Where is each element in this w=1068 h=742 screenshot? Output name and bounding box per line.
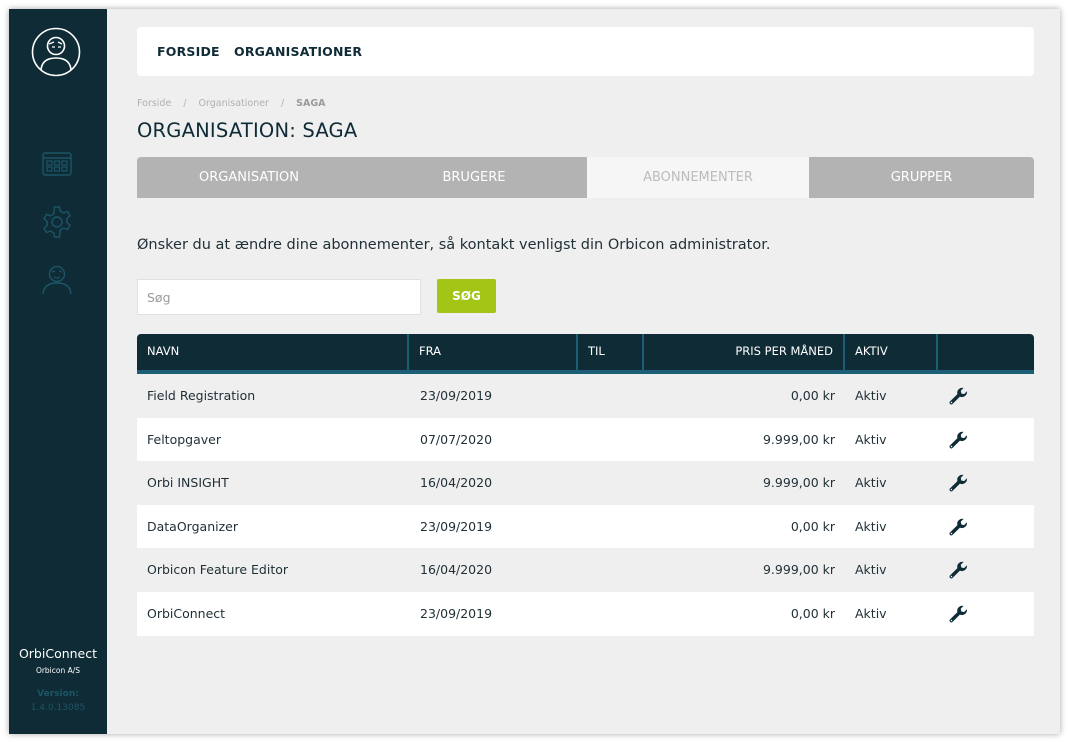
cell-fra: 07/07/2020 <box>420 431 493 447</box>
page-title: ORGANISATION: SAGA <box>137 119 358 142</box>
cell-til <box>578 461 644 505</box>
cell-aktiv: Aktiv <box>855 605 887 621</box>
version-label: Version: <box>37 689 79 699</box>
subscriptions-table: NAVN FRA TIL PRIS PER MÅNED AKTIV Field … <box>137 334 1034 636</box>
table-row[interactable]: Field Registration 23/09/2019 0,00 kr Ak… <box>137 374 1034 418</box>
search-input[interactable] <box>137 279 421 315</box>
wrench-icon[interactable] <box>948 386 968 406</box>
cell-til <box>578 592 644 636</box>
cell-aktiv: Aktiv <box>855 518 887 534</box>
cell-pris: 9.999,00 kr <box>762 475 835 491</box>
cell-fra: 23/09/2019 <box>420 518 493 534</box>
company-name: Orbicon A/S <box>35 666 81 675</box>
version-value: 1.4.0.13085 <box>30 703 86 713</box>
breadcrumb: Forside / Organisationer / SAGA <box>137 98 326 109</box>
table-row[interactable]: Feltopgaver 07/07/2020 9.999,00 kr Aktiv <box>137 417 1034 462</box>
column-header-actions <box>938 334 1034 370</box>
cell-aktiv: Aktiv <box>855 388 887 403</box>
wrench-icon[interactable] <box>948 517 968 537</box>
cell-aktiv: Aktiv <box>855 475 887 491</box>
table-row[interactable]: DataOrganizer 23/09/2019 0,00 kr Aktiv <box>137 504 1034 549</box>
cell-actions <box>938 592 1034 636</box>
tab-bar: ORGANISATION BRUGERE ABONNEMENTER GRUPPE… <box>137 157 1034 198</box>
cell-pris: 9.999,00 kr <box>762 431 835 447</box>
cell-actions <box>938 418 1034 462</box>
nav-link-organisationer[interactable]: ORGANISATIONER <box>234 44 362 59</box>
wrench-icon[interactable] <box>948 430 968 450</box>
cell-til <box>578 505 644 549</box>
breadcrumb-separator: / <box>280 98 285 109</box>
table-header: NAVN FRA TIL PRIS PER MÅNED AKTIV <box>137 334 1034 374</box>
cell-til <box>578 548 644 592</box>
apps-grid-icon[interactable] <box>39 146 75 182</box>
nav-link-forside[interactable]: FORSIDE <box>157 44 220 59</box>
cell-actions <box>938 548 1034 592</box>
table-row[interactable]: OrbiConnect 23/09/2019 0,00 kr Aktiv <box>137 591 1034 636</box>
wrench-icon[interactable] <box>948 473 968 493</box>
breadcrumb-separator: / <box>183 98 187 109</box>
cell-aktiv: Aktiv <box>855 562 887 578</box>
cell-actions <box>938 505 1034 549</box>
wrench-icon[interactable] <box>948 604 968 624</box>
cell-pris: 0,00 kr <box>790 388 835 403</box>
cell-fra: 23/09/2019 <box>420 605 493 621</box>
cell-navn: Feltopgaver <box>147 431 221 447</box>
cell-til <box>578 374 644 418</box>
cell-fra: 23/09/2019 <box>420 388 493 403</box>
app-window: OrbiConnect Orbicon A/S Version: 1.4.0.1… <box>9 9 1060 734</box>
user-icon[interactable] <box>39 261 75 297</box>
column-header-pris[interactable]: PRIS PER MÅNED <box>644 334 845 370</box>
breadcrumb-forside[interactable]: Forside <box>137 98 171 109</box>
breadcrumb-current: SAGA <box>296 98 326 109</box>
column-header-til[interactable]: TIL <box>578 334 644 370</box>
cell-aktiv: Aktiv <box>855 431 887 447</box>
cell-navn: DataOrganizer <box>147 518 238 534</box>
cell-pris: 0,00 kr <box>790 518 835 534</box>
cell-til <box>578 418 644 462</box>
search-button[interactable]: SØG <box>437 279 496 313</box>
gear-icon[interactable] <box>39 204 75 240</box>
cell-actions <box>938 374 1034 418</box>
table-row[interactable]: Orbi INSIGHT 16/04/2020 9.999,00 kr Akti… <box>137 461 1034 505</box>
sidebar: OrbiConnect Orbicon A/S Version: 1.4.0.1… <box>9 9 107 734</box>
cell-pris: 0,00 kr <box>790 605 835 621</box>
top-navigation: FORSIDE ORGANISATIONER <box>137 27 1034 76</box>
cell-navn: Orbicon Feature Editor <box>147 562 289 578</box>
cell-pris: 9.999,00 kr <box>762 562 835 578</box>
tab-organisation[interactable]: ORGANISATION <box>137 157 361 198</box>
app-name: OrbiConnect <box>18 646 98 661</box>
cell-navn: Field Registration <box>147 388 256 403</box>
cell-fra: 16/04/2020 <box>420 475 493 491</box>
column-header-aktiv[interactable]: AKTIV <box>845 334 938 370</box>
column-header-fra[interactable]: FRA <box>409 334 578 370</box>
wrench-icon[interactable] <box>948 560 968 580</box>
tab-brugere[interactable]: BRUGERE <box>361 157 587 198</box>
cell-navn: OrbiConnect <box>147 605 226 621</box>
table-row[interactable]: Orbicon Feature Editor 16/04/2020 9.999,… <box>137 548 1034 592</box>
cell-actions <box>938 461 1034 505</box>
user-avatar-icon[interactable] <box>31 27 81 77</box>
breadcrumb-organisationer[interactable]: Organisationer <box>199 98 269 109</box>
info-text: Ønsker du at ændre dine abonnementer, så… <box>137 237 771 253</box>
column-header-navn[interactable]: NAVN <box>137 334 409 370</box>
cell-fra: 16/04/2020 <box>420 562 493 578</box>
cell-navn: Orbi INSIGHT <box>147 475 229 491</box>
tab-abonnementer[interactable]: ABONNEMENTER <box>587 157 809 198</box>
tab-grupper[interactable]: GRUPPER <box>809 157 1034 198</box>
